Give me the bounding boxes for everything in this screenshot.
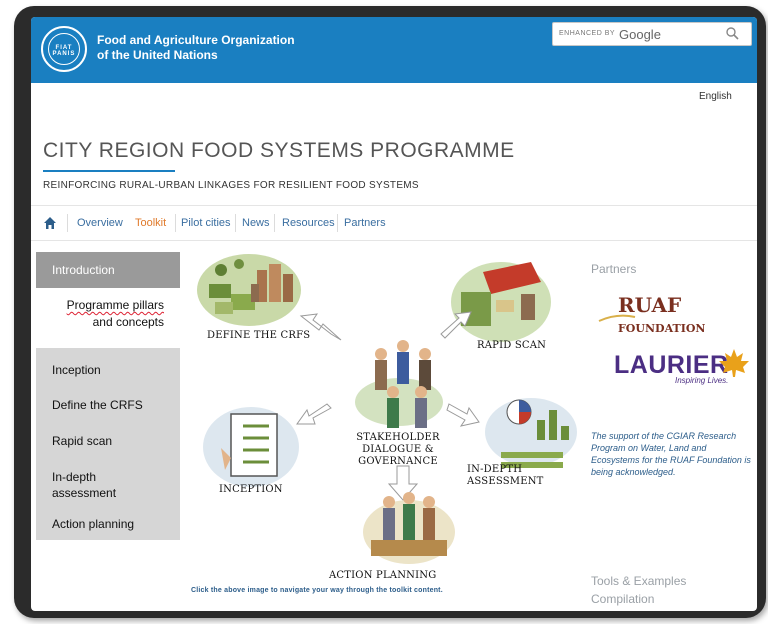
nav-divider xyxy=(175,214,176,232)
sidebar-item-label: In-depth xyxy=(52,470,97,484)
laurier-tagline: Inspiring Lives. xyxy=(675,376,729,385)
nav-toolkit[interactable]: Toolkit xyxy=(135,217,166,229)
maple-leaf-icon xyxy=(719,349,749,377)
ruaf-swoosh xyxy=(598,314,636,322)
search-enhanced-label: ENHANCED BY xyxy=(559,30,616,37)
stakeholders-illustration xyxy=(355,340,443,428)
nav-news[interactable]: News xyxy=(242,217,270,229)
label-line: STAKEHOLDER xyxy=(356,432,440,443)
label-line: GOVERNANCE xyxy=(358,456,438,467)
ruaf-logo[interactable]: RUAF FOUNDATION xyxy=(618,293,757,336)
nav-pilot-cities[interactable]: Pilot cities xyxy=(181,217,231,229)
sidebar-item-inception[interactable]: Inception xyxy=(52,362,101,378)
sidebar-item-define-crfs[interactable]: Define the CRFS xyxy=(52,397,143,413)
org-line-1: Food and Agriculture Organization xyxy=(97,33,295,47)
sidebar-menu: Inception Define the CRFS Rapid scan In-… xyxy=(36,348,180,540)
search-icon[interactable] xyxy=(725,26,739,40)
fao-logo[interactable]: FIAT PANIS xyxy=(41,26,87,72)
diagram-caption: Click the above image to navigate your w… xyxy=(191,587,443,594)
sidebar-item-introduction[interactable]: Introduction xyxy=(36,252,180,288)
label-define-crfs[interactable]: DEFINE THE CRFS xyxy=(207,330,310,342)
browser-viewport: FIAT PANIS Food and Agriculture Organiza… xyxy=(31,17,757,611)
cgiar-support-note: The support of the CGIAR Research Progra… xyxy=(591,431,751,477)
organization-name[interactable]: Food and Agriculture Organization of the… xyxy=(97,33,295,63)
label-line: DIALOGUE & xyxy=(362,444,434,455)
sidebar-item-action-planning[interactable]: Action planning xyxy=(52,516,134,532)
nav-divider xyxy=(235,214,236,232)
ruaf-logo-small: FOUNDATION xyxy=(618,322,706,335)
toolkit-sidebar: Introduction Programme pillars and conce… xyxy=(36,252,180,540)
define-crfs-illustration xyxy=(197,254,301,326)
home-icon[interactable] xyxy=(43,216,57,230)
toolkit-illustration xyxy=(197,254,577,564)
sidebar-item-in-depth[interactable]: In-depth assessment xyxy=(52,469,116,501)
main-nav: Overview Toolkit Pilot cities News Resou… xyxy=(31,205,757,241)
sidebar-item-label: Introduction xyxy=(52,263,115,277)
sidebar-subitem-line-2: and concepts xyxy=(92,315,164,329)
sidebar-subitem-line-1: Programme pillars xyxy=(66,298,164,312)
nav-divider xyxy=(274,214,275,232)
nav-overview[interactable]: Overview xyxy=(77,217,123,229)
nav-divider xyxy=(67,214,68,232)
nav-partners[interactable]: Partners xyxy=(344,217,386,229)
sidebar-item-rapid-scan[interactable]: Rapid scan xyxy=(52,433,112,449)
sidebar-item-label: assessment xyxy=(52,486,117,500)
label-inception[interactable]: INCEPTION xyxy=(219,484,283,496)
tools-examples-link[interactable]: Tools & Examples Compilation xyxy=(591,572,686,608)
tools-examples-line-2: Compilation xyxy=(591,592,655,606)
label-stakeholder-dialogue[interactable]: STAKEHOLDER DIALOGUE & GOVERNANCE xyxy=(343,432,453,468)
search-brand-label: Google xyxy=(619,27,661,42)
label-line: ASSESSMENT xyxy=(467,476,544,487)
inception-illustration xyxy=(203,407,299,487)
nav-divider xyxy=(337,214,338,232)
rapid-scan-illustration xyxy=(451,262,551,342)
logo-text: FIAT PANIS xyxy=(52,45,76,57)
label-line: IN-DEPTH xyxy=(467,464,523,475)
action-planning-illustration xyxy=(363,492,455,564)
label-rapid-scan[interactable]: RAPID SCAN xyxy=(477,340,546,352)
in-depth-assessment-illustration xyxy=(485,398,577,468)
toolkit-diagram[interactable]: DEFINE THE CRFS RAPID SCAN STAKEHOLDER D… xyxy=(191,242,586,587)
title-underline xyxy=(43,170,175,172)
label-in-depth-assessment[interactable]: IN-DEPTH ASSESSMENT xyxy=(467,464,544,488)
page-title: CITY REGION FOOD SYSTEMS PROGRAMME xyxy=(43,139,515,162)
page-subtitle: REINFORCING RURAL-URBAN LINKAGES FOR RES… xyxy=(43,180,419,191)
label-action-planning[interactable]: ACTION PLANNING xyxy=(329,570,436,582)
tools-examples-line-1: Tools & Examples xyxy=(591,574,687,588)
search-box[interactable]: ENHANCED BY Google xyxy=(552,22,752,46)
org-line-2: of the United Nations xyxy=(97,48,218,62)
site-header: FIAT PANIS Food and Agriculture Organiza… xyxy=(31,17,757,83)
language-link[interactable]: English xyxy=(699,91,732,102)
nav-resources[interactable]: Resources xyxy=(282,217,335,229)
sidebar-item-programme-pillars[interactable]: Programme pillars and concepts xyxy=(36,288,180,348)
partners-heading: Partners xyxy=(591,262,637,276)
